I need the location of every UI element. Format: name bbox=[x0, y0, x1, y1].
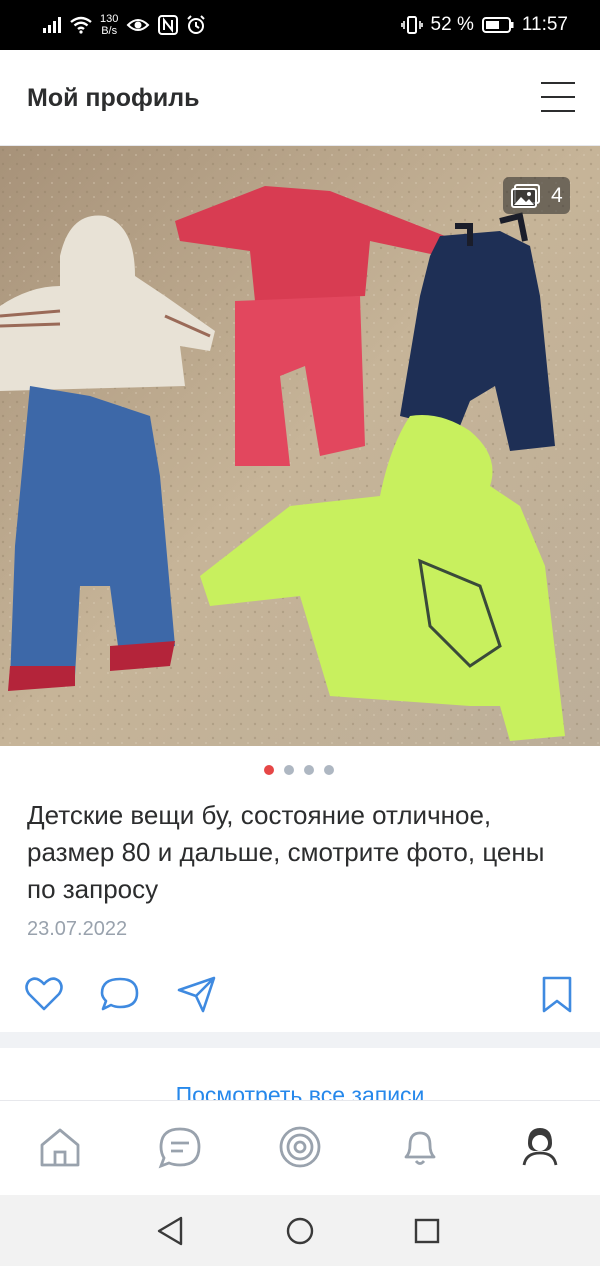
nfc-icon bbox=[158, 15, 179, 35]
app-header: Мой профиль bbox=[0, 50, 600, 146]
carousel-dot[interactable] bbox=[324, 765, 334, 775]
section-separator bbox=[0, 1032, 600, 1048]
wifi-icon bbox=[70, 16, 92, 34]
comment-icon[interactable] bbox=[98, 972, 142, 1016]
status-bar: 130 B/s 52 % 11:57 bbox=[0, 0, 600, 50]
vibrate-icon bbox=[400, 16, 423, 34]
alarm-icon bbox=[187, 15, 206, 34]
battery-percent: 52 % bbox=[430, 14, 474, 35]
messages-icon[interactable] bbox=[156, 1123, 204, 1171]
carousel-dot[interactable] bbox=[264, 765, 274, 775]
share-icon[interactable] bbox=[175, 972, 219, 1016]
clock: 11:57 bbox=[521, 14, 568, 35]
clothes-photo-illustration bbox=[0, 146, 600, 746]
heart-icon[interactable] bbox=[22, 972, 66, 1016]
eye-icon bbox=[126, 19, 150, 31]
post-text: Детские вещи бу, состояние отличное, раз… bbox=[27, 800, 545, 904]
tab-bar bbox=[0, 1100, 600, 1195]
recents-icon[interactable] bbox=[407, 1211, 447, 1251]
battery-icon bbox=[481, 17, 514, 33]
notifications-icon[interactable] bbox=[396, 1123, 444, 1171]
home-circle-icon[interactable] bbox=[280, 1211, 320, 1251]
post-date: 23.07.2022 bbox=[27, 918, 128, 940]
hamburger-menu-icon[interactable] bbox=[537, 80, 577, 116]
photo-count-badge[interactable]: 4 bbox=[503, 177, 570, 214]
photo-count: 4 bbox=[551, 183, 563, 207]
profile-icon[interactable] bbox=[516, 1123, 564, 1171]
back-icon[interactable] bbox=[151, 1211, 191, 1251]
carousel-dot[interactable] bbox=[304, 765, 314, 775]
bookmark-icon[interactable] bbox=[535, 972, 579, 1016]
carousel-dot[interactable] bbox=[284, 765, 294, 775]
home-icon[interactable] bbox=[36, 1123, 84, 1171]
post-actions bbox=[0, 972, 600, 1022]
page-title: Мой профиль bbox=[27, 84, 200, 112]
network-speed: 130 B/s bbox=[100, 13, 119, 37]
carousel-indicator bbox=[264, 765, 334, 775]
system-navigation-bar bbox=[0, 1195, 600, 1266]
discover-icon[interactable] bbox=[276, 1123, 324, 1171]
gallery-icon bbox=[511, 183, 540, 208]
post-photo[interactable] bbox=[0, 146, 600, 746]
signal-icon bbox=[43, 17, 61, 33]
